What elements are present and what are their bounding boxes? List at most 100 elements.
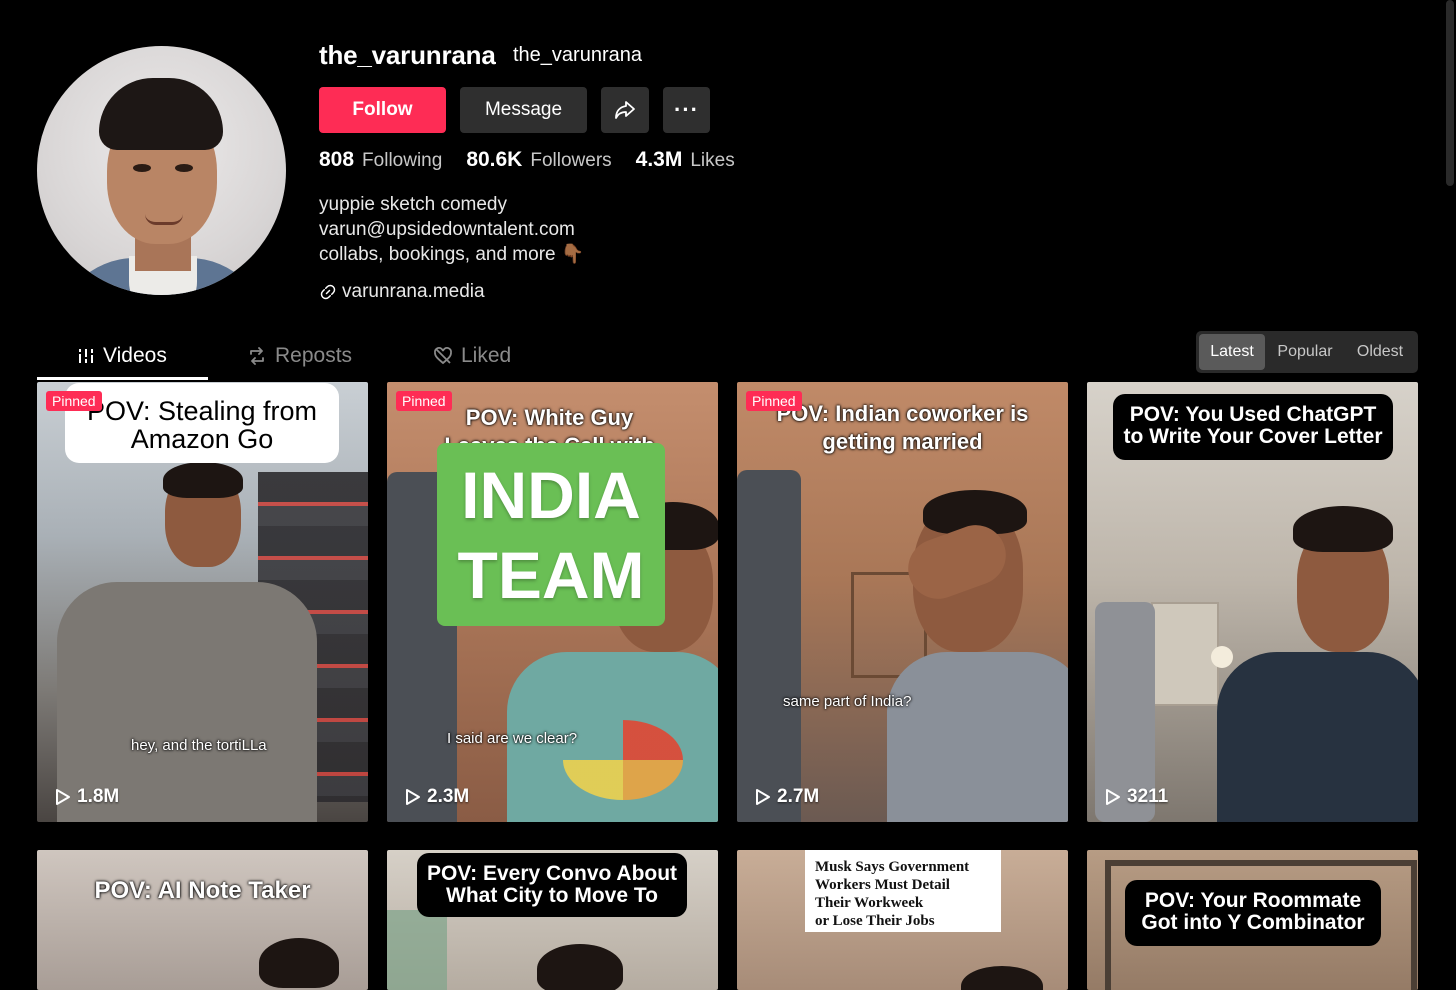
profile-username: the_varunrana xyxy=(319,40,496,70)
pinned-badge: Pinned xyxy=(746,391,802,411)
headline-line: Workers Must Detail xyxy=(815,877,950,893)
view-count-value: 1.8M xyxy=(77,786,120,807)
heart-lock-icon xyxy=(434,346,452,364)
view-count-value: 2.7M xyxy=(777,786,820,807)
overlay-line: TEAM xyxy=(457,537,645,612)
profile-nickname: the_varunrana xyxy=(513,44,642,66)
caption-line: getting married xyxy=(822,429,983,454)
video-card[interactable]: POV: Your Roommate Got into Y Combinator xyxy=(1087,850,1418,990)
caption-line: POV: Stealing from xyxy=(86,396,318,426)
message-button[interactable]: Message xyxy=(460,87,587,133)
person-hair xyxy=(163,462,243,498)
stat-followers[interactable]: 80.6K Followers xyxy=(466,148,611,172)
sort-latest-button[interactable]: Latest xyxy=(1199,334,1265,370)
profile-avatar[interactable] xyxy=(37,46,286,295)
caption-line: POV: AI Note Taker xyxy=(94,877,311,904)
profile-link[interactable]: varunrana.media xyxy=(319,281,485,303)
headline-line: or Lose Their Jobs xyxy=(815,913,935,929)
profile-tabs: Videos Reposts Liked xyxy=(37,333,597,380)
sort-popular-button[interactable]: Popular xyxy=(1268,334,1342,370)
stat-likes: 4.3M Likes xyxy=(636,148,735,172)
stat-value: 4.3M xyxy=(635,148,683,171)
play-icon xyxy=(406,789,420,805)
person-hair xyxy=(961,966,1043,990)
overlay-line: INDIA xyxy=(461,457,641,532)
view-count-value: 2.3M xyxy=(427,786,470,807)
more-options-button[interactable]: ··· xyxy=(663,87,710,133)
avatar-hair xyxy=(99,78,223,150)
person-hair xyxy=(259,938,339,988)
sort-toggle: Latest Popular Oldest xyxy=(1196,331,1418,373)
link-icon xyxy=(320,284,336,300)
person-hair xyxy=(1293,506,1393,552)
headline-line: Their Workweek xyxy=(815,895,924,911)
profile-bio: yuppie sketch comedy varun@upsidedowntal… xyxy=(319,192,585,267)
avatar-eye xyxy=(175,164,193,172)
shirt-graphic xyxy=(563,720,683,800)
video-caption: POV: AI Note Taker xyxy=(37,877,368,905)
tab-label: Reposts xyxy=(275,343,353,367)
repost-icon xyxy=(250,346,264,365)
stat-label: Following xyxy=(362,150,443,171)
view-count: 2.7M xyxy=(755,786,819,808)
video-card[interactable]: Musk Says Government Workers Must Detail… xyxy=(737,850,1068,990)
view-count: 3211 xyxy=(1105,786,1168,808)
video-subtitle: same part of India? xyxy=(783,693,912,710)
video-subtitle: hey, and the tortiLLa xyxy=(131,737,267,754)
caption-line: Got into Y Combinator xyxy=(1141,911,1365,934)
stat-label: Likes xyxy=(690,150,735,171)
caption-line: POV: Your Roommate xyxy=(1144,889,1362,912)
caption-line: POV: Every Convo About xyxy=(426,862,678,885)
play-icon xyxy=(56,789,70,805)
video-card[interactable]: POV: You Used ChatGPT to Write Your Cove… xyxy=(1087,382,1418,822)
caption-line: What City to Move To xyxy=(446,884,658,907)
stat-following[interactable]: 808 Following xyxy=(319,148,442,172)
wall-map xyxy=(1151,602,1219,706)
page-scrollbar[interactable] xyxy=(1446,0,1454,186)
profile-stats: 808 Following 80.6K Followers 4.3M Likes xyxy=(319,148,759,172)
lamp xyxy=(1211,646,1233,668)
stat-label: Followers xyxy=(530,150,612,171)
view-count: 2.3M xyxy=(405,786,469,808)
bio-line: varun@upsidedowntalent.com xyxy=(319,219,575,240)
headline-line: Musk Says Government xyxy=(815,859,970,875)
sort-oldest-button[interactable]: Oldest xyxy=(1346,334,1414,370)
view-count-value: 3211 xyxy=(1127,786,1169,807)
grid-icon xyxy=(78,348,94,363)
video-card[interactable]: Pinned POV: White Guy Leaves the Call wi… xyxy=(387,382,718,822)
bio-line: yuppie sketch comedy xyxy=(319,194,507,215)
tab-label: Videos xyxy=(103,343,167,367)
view-count: 1.8M xyxy=(55,786,119,808)
link-text: varunrana.media xyxy=(342,281,485,302)
video-subtitle: I said are we clear? xyxy=(447,730,578,747)
avatar-eye xyxy=(133,164,151,172)
stat-value: 808 xyxy=(319,148,355,171)
pinned-badge: Pinned xyxy=(396,391,452,411)
caption-line: to Write Your Cover Letter xyxy=(1123,425,1383,448)
video-card[interactable]: POV: Every Convo About What City to Move… xyxy=(387,850,718,990)
caption-line: Amazon Go xyxy=(130,424,274,454)
video-card[interactable]: Pinned POV: Stealing from Amazon Go hey,… xyxy=(37,382,368,822)
laptop xyxy=(737,470,801,822)
news-headline: Musk Says Government Workers Must Detail… xyxy=(805,850,1001,932)
person-body xyxy=(887,652,1068,822)
video-card[interactable]: POV: AI Note Taker xyxy=(37,850,368,990)
caption-line: POV: You Used ChatGPT xyxy=(1129,403,1377,426)
video-card[interactable]: Pinned POV: Indian coworker is getting m… xyxy=(737,382,1068,822)
play-icon xyxy=(1106,789,1120,805)
play-icon xyxy=(756,789,770,805)
avatar-mouth xyxy=(145,214,183,225)
follow-button[interactable]: Follow xyxy=(319,87,446,133)
share-icon xyxy=(615,101,635,119)
tab-videos[interactable]: Videos xyxy=(77,333,167,378)
tab-liked[interactable]: Liked xyxy=(433,333,511,378)
video-caption: POV: Your Roommate Got into Y Combinator xyxy=(1125,880,1381,946)
person-hair xyxy=(537,944,623,990)
tab-reposts[interactable]: Reposts xyxy=(247,333,352,378)
share-button[interactable] xyxy=(601,87,649,133)
india-team-overlay: INDIA TEAM xyxy=(437,443,665,626)
pinned-badge: Pinned xyxy=(46,391,102,411)
active-tab-indicator xyxy=(37,377,208,380)
tab-label: Liked xyxy=(461,343,512,367)
stat-value: 80.6K xyxy=(466,148,523,171)
